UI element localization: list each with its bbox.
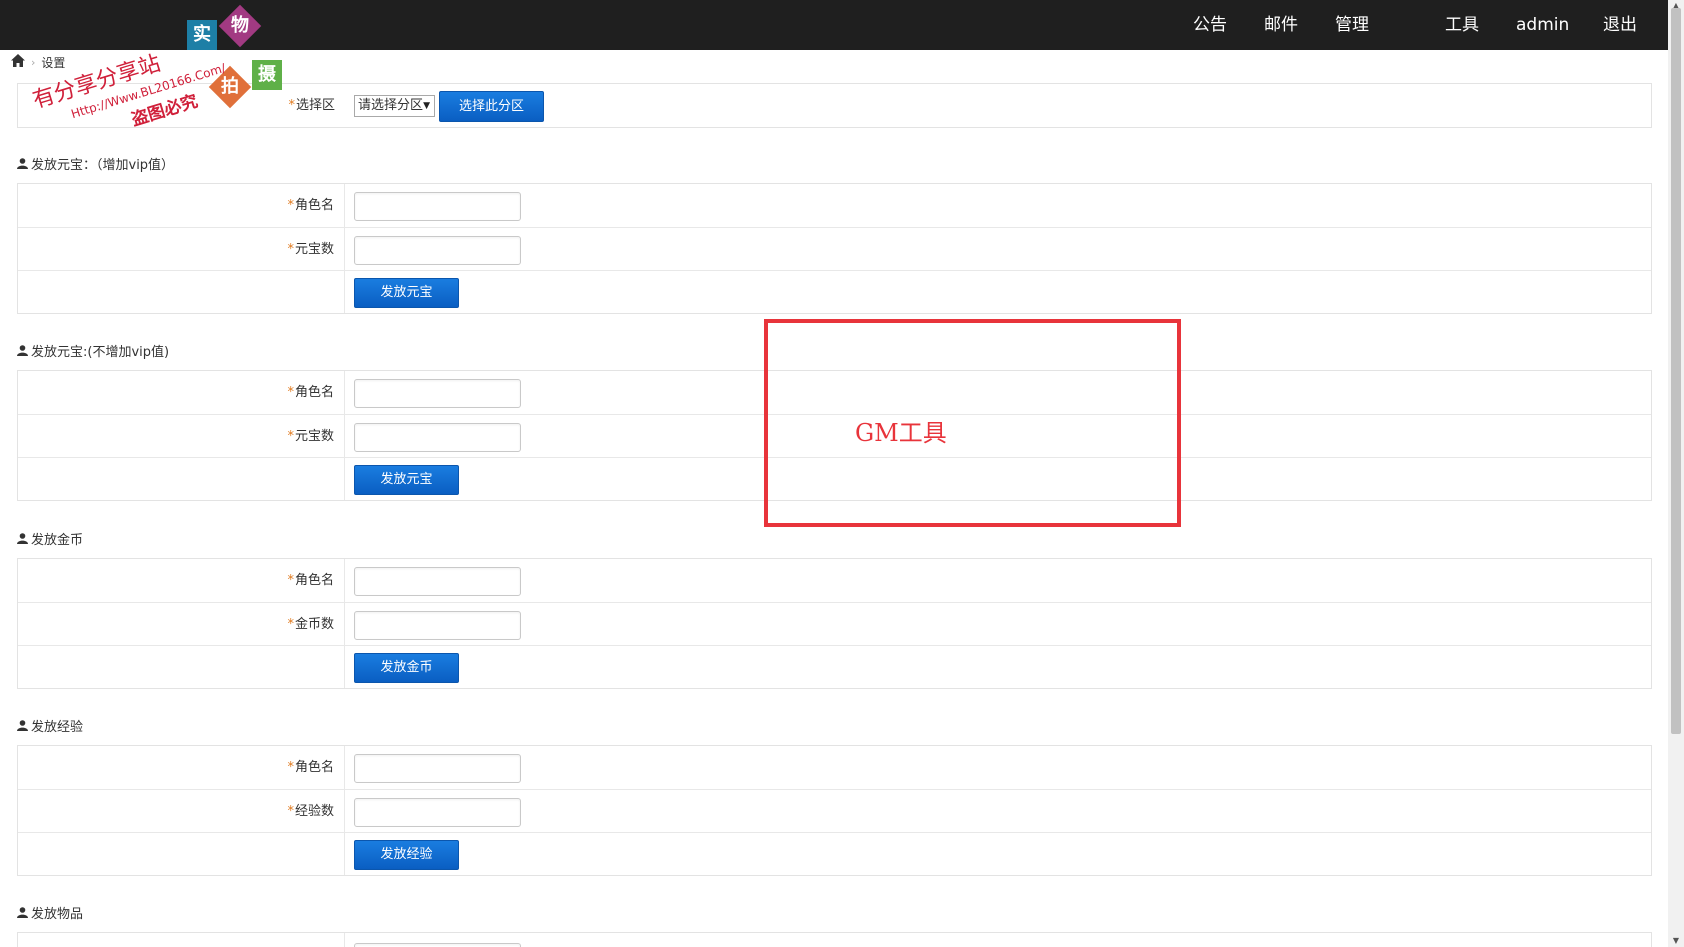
form-row: *角色名 [18, 746, 1651, 789]
form-row: *经验数 [18, 789, 1651, 832]
role-name-input[interactable] [354, 192, 521, 221]
empty-label-cell [18, 646, 345, 688]
form-row: *角色名 [18, 559, 1651, 602]
user-icon [17, 157, 28, 169]
field-label: *角色名 [18, 184, 345, 227]
form-row: 发放金币 [18, 645, 1651, 688]
form-row: *金币数 [18, 602, 1651, 645]
form-block-ingot-vip: *角色名 *元宝数 发放元宝 [17, 183, 1652, 314]
annotation-label: GM工具 [855, 419, 947, 447]
empty-label-cell [18, 833, 345, 875]
user-icon [17, 719, 28, 731]
annotation-box [764, 319, 1181, 527]
watermark-badge: 摄 [252, 60, 282, 90]
section-title-gold: 发放金币 [17, 529, 83, 548]
role-name-input[interactable] [354, 567, 521, 596]
section-title-exp: 发放经验 [17, 716, 83, 735]
role-name-input[interactable] [354, 379, 521, 408]
field-label: *元宝数 [18, 228, 345, 270]
empty-label-cell [18, 933, 345, 947]
user-icon [17, 532, 28, 544]
ingot-amount-input[interactable] [354, 423, 521, 452]
issue-gold-button[interactable]: 发放金币 [354, 653, 459, 683]
nav-logout[interactable]: 退出 [1603, 0, 1637, 50]
nav-user-admin[interactable]: admin [1516, 0, 1569, 50]
page: 公告 邮件 管理 工具 admin 退出 ▲ ▼ › 设置 *选择区 请选择分区… [0, 0, 1684, 947]
user-icon [17, 344, 28, 356]
scroll-down-arrow-icon[interactable]: ▼ [1668, 935, 1684, 947]
empty-label-cell [18, 271, 345, 313]
gold-amount-input[interactable] [354, 611, 521, 640]
issue-ingot-button[interactable]: 发放元宝 [354, 465, 459, 495]
form-row: *角色名 [18, 184, 1651, 227]
nav-mail[interactable]: 邮件 [1264, 0, 1298, 50]
user-icon [17, 906, 28, 918]
issue-exp-button[interactable]: 发放经验 [354, 840, 459, 870]
item-role-name-input[interactable] [354, 943, 521, 947]
field-label: *角色名 [18, 559, 345, 602]
nav-manage[interactable]: 管理 [1335, 0, 1369, 50]
field-label: *元宝数 [18, 415, 345, 457]
form-row: 发放经验 [18, 832, 1651, 875]
empty-label-cell [18, 458, 345, 500]
section-title-items: 发放物品 [17, 903, 83, 922]
select-arrow-icon: ▼ [423, 101, 430, 111]
form-row: 发放元宝 [18, 270, 1651, 313]
watermark-badge: 实 [187, 20, 217, 50]
zone-select[interactable]: 请选择分区 ▼ [354, 95, 435, 117]
watermark-badge: 物 [218, 4, 262, 48]
nav-announcement[interactable]: 公告 [1193, 0, 1227, 50]
field-label: *角色名 [18, 371, 345, 414]
watermark-logo: 实 物 拍 摄 有分享分享站 Http://Www.BL20166.Com/ 盗… [20, 4, 290, 134]
role-name-input[interactable] [354, 754, 521, 783]
nav-tools[interactable]: 工具 [1445, 0, 1479, 50]
scroll-thumb[interactable] [1671, 8, 1681, 734]
form-block-items [17, 932, 1652, 947]
issue-ingot-vip-button[interactable]: 发放元宝 [354, 278, 459, 308]
form-block-exp: *角色名 *经验数 发放经验 [17, 745, 1652, 876]
field-label: *金币数 [18, 603, 345, 645]
form-block-gold: *角色名 *金币数 发放金币 [17, 558, 1652, 689]
form-row: *元宝数 [18, 227, 1651, 270]
section-title-ingot-no-vip: 发放元宝:(不增加vip值) [17, 341, 169, 360]
ingot-amount-input[interactable] [354, 236, 521, 265]
vertical-scrollbar[interactable]: ▲ ▼ [1668, 0, 1684, 947]
section-title-ingot-vip: 发放元宝：（增加vip值） [17, 154, 174, 173]
field-label: *经验数 [18, 790, 345, 832]
exp-amount-input[interactable] [354, 798, 521, 827]
field-label: *角色名 [18, 746, 345, 789]
select-zone-button[interactable]: 选择此分区 [439, 91, 544, 122]
